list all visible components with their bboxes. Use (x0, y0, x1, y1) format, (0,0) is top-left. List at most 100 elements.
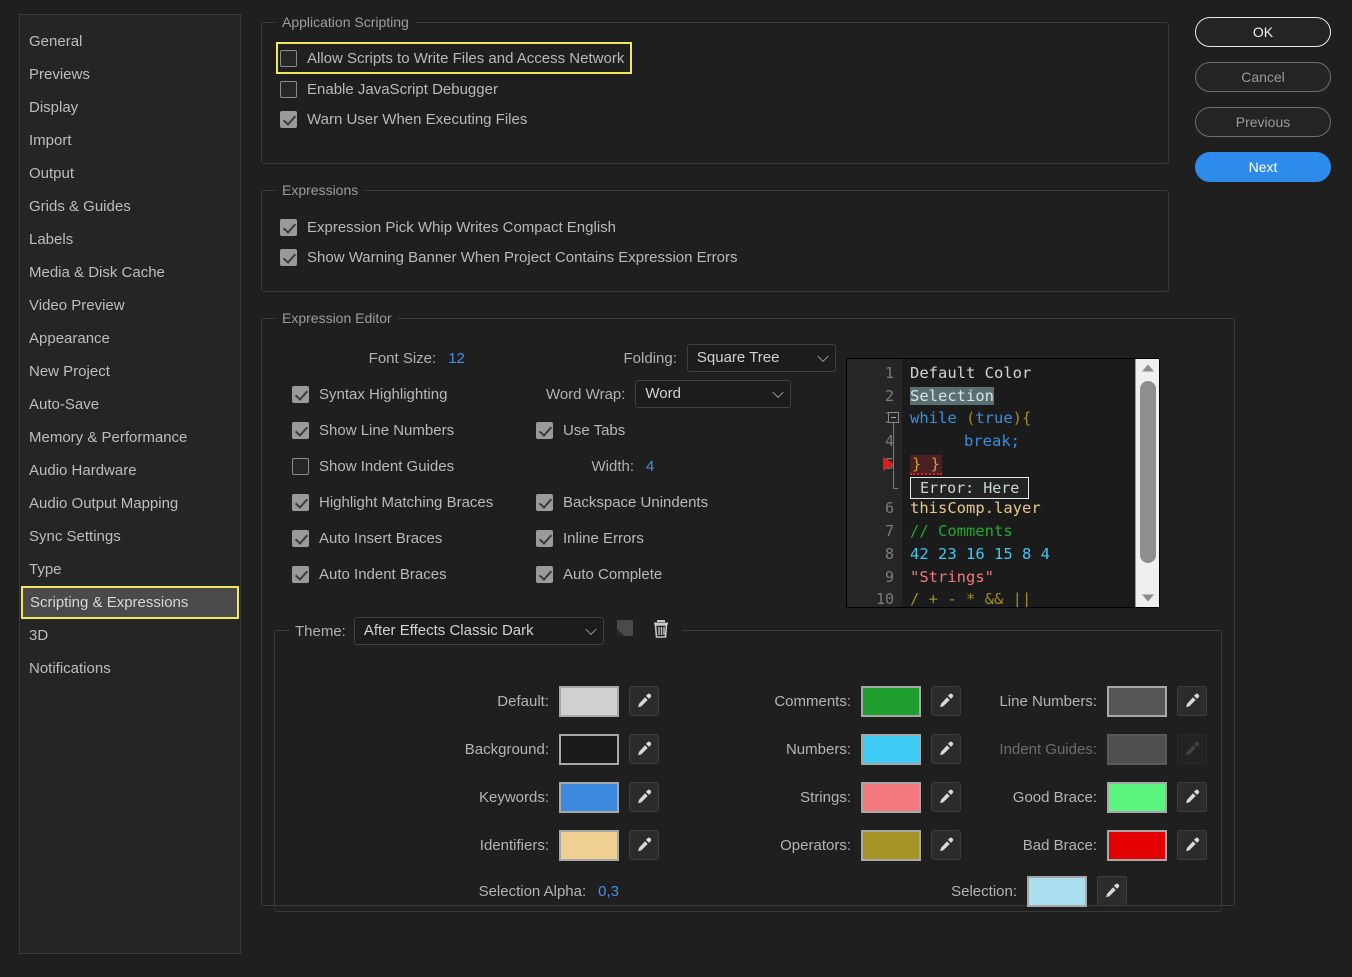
eyedropper-icon-comments[interactable] (931, 686, 961, 716)
checkbox-row-backspace-unindents[interactable]: Backspace Unindents (536, 487, 708, 517)
checkbox-row-use-tabs[interactable]: Use Tabs (536, 415, 625, 445)
swatch-keywords[interactable] (559, 782, 619, 813)
eyedropper-icon-numbers[interactable] (931, 734, 961, 764)
scroll-down-arrow-icon[interactable] (1136, 589, 1159, 607)
checkbox-row-inline-errors[interactable]: Inline Errors (536, 523, 644, 553)
checkbox-backspace-unindents[interactable] (536, 494, 553, 511)
sidebar-item-type[interactable]: Type (20, 553, 240, 586)
swatch-background[interactable] (559, 734, 619, 765)
sidebar-item-import[interactable]: Import (20, 124, 240, 157)
checkbox-highlight-matching-braces[interactable] (292, 494, 309, 511)
checkbox-auto-insert-braces[interactable] (292, 530, 309, 547)
sidebar-item-new-project[interactable]: New Project (20, 355, 240, 388)
checkbox-row-auto-insert-braces[interactable]: Auto Insert Braces (292, 523, 536, 553)
label-operators: Operators: (780, 837, 851, 854)
eyedropper-icon-strings[interactable] (931, 782, 961, 812)
duplicate-theme-icon[interactable] (614, 618, 640, 644)
folding-select[interactable]: Square Tree (687, 344, 836, 372)
swatch-good-brace[interactable] (1107, 782, 1167, 813)
sidebar-item-output[interactable]: Output (20, 157, 240, 190)
sidebar-item-auto-save[interactable]: Auto-Save (20, 388, 240, 421)
checkbox-allow-scripts-to-write-files-and-access-network[interactable] (280, 50, 297, 67)
sidebar-item-audio-output-mapping[interactable]: Audio Output Mapping (20, 487, 240, 520)
checkbox-enable-javascript-debugger[interactable] (280, 81, 297, 98)
tab-width-value[interactable]: 4 (646, 458, 654, 475)
sidebar-item-labels[interactable]: Labels (20, 223, 240, 256)
checkbox-row-highlight-matching-braces[interactable]: Highlight Matching Braces (292, 487, 536, 517)
sidebar-item-grids-guides[interactable]: Grids & Guides (20, 190, 240, 223)
checkbox-row-allow-scripts-to-write-files-and-access-network[interactable]: Allow Scripts to Write Files and Access … (276, 42, 632, 74)
selection-alpha-value[interactable]: 0,3 (598, 883, 619, 900)
swatch-line-numbers[interactable] (1107, 686, 1167, 717)
theme-select[interactable]: After Effects Classic Dark (354, 617, 604, 645)
previous-button[interactable]: Previous (1195, 107, 1331, 137)
font-size-value[interactable]: 12 (448, 350, 465, 367)
eyedropper-icon-good-brace[interactable] (1177, 782, 1207, 812)
checkbox-row-show-indent-guides[interactable]: Show Indent Guides (292, 451, 536, 481)
eyedropper-icon-line-numbers[interactable] (1177, 686, 1207, 716)
code-preview-panel[interactable]: 12345678910 Default Color Selection whil… (846, 358, 1160, 608)
checkbox-auto-complete[interactable] (536, 566, 553, 583)
checkbox-row-expression-pick-whip-writes-compact-english[interactable]: Expression Pick Whip Writes Compact Engl… (280, 212, 1156, 242)
code-scrollbar[interactable] (1135, 359, 1159, 607)
checkbox-row-auto-indent-braces[interactable]: Auto Indent Braces (292, 559, 536, 589)
sidebar-item-audio-hardware[interactable]: Audio Hardware (20, 454, 240, 487)
label-highlight-matching-braces: Highlight Matching Braces (319, 494, 493, 511)
checkbox-row-enable-javascript-debugger[interactable]: Enable JavaScript Debugger (280, 74, 1156, 104)
eyedropper-icon-identifiers[interactable] (629, 830, 659, 860)
checkbox-show-indent-guides[interactable] (292, 458, 309, 475)
sidebar-item-sync-settings[interactable]: Sync Settings (20, 520, 240, 553)
eyedropper-icon-default[interactable] (629, 686, 659, 716)
checkbox-warn-user-when-executing-files[interactable] (280, 111, 297, 128)
preferences-dialog: GeneralPreviewsDisplayImportOutputGrids … (0, 0, 1352, 977)
checkbox-show-warning-banner-when-project-contains-expression-errors[interactable] (280, 249, 297, 266)
sidebar-item-appearance[interactable]: Appearance (20, 322, 240, 355)
swatch-comments[interactable] (861, 686, 921, 717)
next-button[interactable]: Next (1195, 152, 1331, 182)
swatch-identifiers[interactable] (559, 830, 619, 861)
selection-eyedropper-icon[interactable] (1097, 876, 1127, 906)
checkbox-syntax-highlighting[interactable] (292, 386, 309, 403)
sidebar-item-previews[interactable]: Previews (20, 58, 240, 91)
ok-button[interactable]: OK (1195, 17, 1331, 47)
eyedropper-icon-operators[interactable] (931, 830, 961, 860)
fold-collapse-icon[interactable] (888, 412, 899, 423)
sidebar-item-media-disk-cache[interactable]: Media & Disk Cache (20, 256, 240, 289)
swatch-operators[interactable] (861, 830, 921, 861)
checkbox-row-syntax-highlighting[interactable]: Syntax Highlighting (292, 379, 447, 409)
label-auto-insert-braces: Auto Insert Braces (319, 530, 442, 547)
checkbox-expression-pick-whip-writes-compact-english[interactable] (280, 219, 297, 236)
sidebar-item-video-preview[interactable]: Video Preview (20, 289, 240, 322)
label-auto-complete: Auto Complete (563, 566, 662, 583)
line-number: 8 (847, 543, 902, 566)
expression-editor-group: Expression Editor Font Size: 12 Folding:… (261, 310, 1235, 906)
sidebar-item-display[interactable]: Display (20, 91, 240, 124)
label-numbers: Numbers: (786, 741, 851, 758)
sidebar-item-scripting-expressions[interactable]: Scripting & Expressions (21, 586, 239, 619)
swatch-default[interactable] (559, 686, 619, 717)
scrollbar-thumb[interactable] (1140, 381, 1156, 563)
checkbox-row-show-line-numbers[interactable]: Show Line Numbers (292, 415, 536, 445)
checkbox-auto-indent-braces[interactable] (292, 566, 309, 583)
sidebar-item-notifications[interactable]: Notifications (20, 652, 240, 685)
word-wrap-select[interactable]: Word (635, 380, 791, 408)
scroll-up-arrow-icon[interactable] (1136, 359, 1159, 377)
sidebar-item-memory-performance[interactable]: Memory & Performance (20, 421, 240, 454)
checkbox-use-tabs[interactable] (536, 422, 553, 439)
eyedropper-icon-background[interactable] (629, 734, 659, 764)
sidebar-item-general[interactable]: General (20, 25, 240, 58)
swatch-strings[interactable] (861, 782, 921, 813)
trash-icon[interactable] (650, 618, 676, 644)
checkbox-row-warn-user-when-executing-files[interactable]: Warn User When Executing Files (280, 104, 1156, 134)
checkbox-row-show-warning-banner-when-project-contains-expression-errors[interactable]: Show Warning Banner When Project Contain… (280, 242, 1156, 272)
checkbox-inline-errors[interactable] (536, 530, 553, 547)
selection-swatch[interactable] (1027, 876, 1087, 907)
swatch-bad-brace[interactable] (1107, 830, 1167, 861)
checkbox-show-line-numbers[interactable] (292, 422, 309, 439)
eyedropper-icon-keywords[interactable] (629, 782, 659, 812)
checkbox-row-auto-complete[interactable]: Auto Complete (536, 559, 662, 589)
sidebar-item-3d[interactable]: 3D (20, 619, 240, 652)
eyedropper-icon-bad-brace[interactable] (1177, 830, 1207, 860)
cancel-button[interactable]: Cancel (1195, 62, 1331, 92)
swatch-numbers[interactable] (861, 734, 921, 765)
